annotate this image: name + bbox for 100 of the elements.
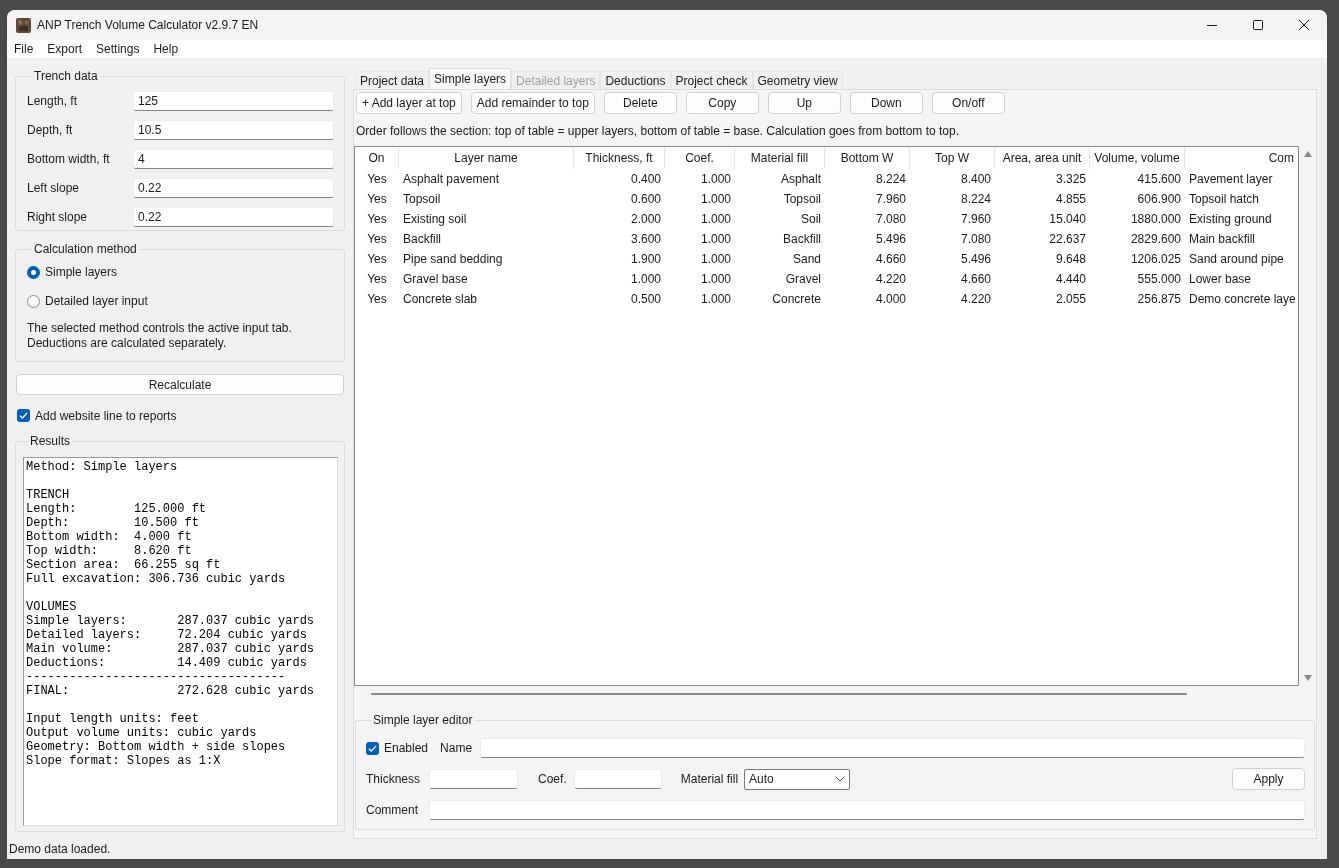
table-cell-text: 7.080 — [874, 211, 907, 228]
tab[interactable]: Simple layers — [429, 68, 512, 89]
tab[interactable]: Deductions — [600, 71, 671, 89]
table-cell-text: 2.055 — [1054, 291, 1087, 308]
tab[interactable]: Project check — [670, 71, 753, 89]
radio-label[interactable]: Detailed layer input — [45, 292, 148, 310]
menu-item[interactable]: Settings — [89, 40, 147, 58]
table-cell-text: 1.000 — [699, 171, 732, 188]
button[interactable]: Add remainder to top — [470, 92, 595, 114]
table-cell-text: 2.000 — [629, 211, 662, 228]
column-header[interactable]: Material fill — [735, 147, 825, 169]
menu-item[interactable]: File — [7, 40, 41, 58]
group-title: Trench data — [33, 68, 99, 84]
checkbox[interactable] — [17, 409, 30, 422]
table-cell-text: 1.000 — [699, 231, 732, 248]
text-field[interactable] — [429, 769, 519, 789]
field-label: Right slope — [27, 209, 89, 226]
checkbox-label[interactable]: Enabled — [384, 739, 429, 757]
info-text: Order follows the section: top of table = upper layers, bottom of table = base. Calculation goes from bottom to top. — [355, 123, 960, 139]
button[interactable]: Up — [767, 92, 841, 114]
column-header[interactable]: Thickness, ft — [574, 147, 665, 169]
checkmark-icon — [19, 412, 28, 419]
field-label: Comment — [366, 802, 418, 819]
table-cell-text: Yes — [366, 251, 388, 268]
text-field[interactable]: 4 — [133, 149, 334, 169]
tab[interactable]: Project data — [355, 71, 430, 89]
scroll-down-arrow-icon[interactable] — [1303, 675, 1312, 681]
radio-button[interactable] — [27, 265, 40, 279]
button[interactable]: Delete — [603, 92, 677, 114]
text-field[interactable] — [480, 738, 1305, 758]
table-cell-text: 15.040 — [1048, 211, 1087, 228]
column-header[interactable]: Layer name — [399, 147, 574, 169]
field-label: Name — [440, 740, 473, 757]
table-cell-text: Concrete — [771, 291, 822, 308]
table-cell-text: Yes — [366, 271, 388, 288]
menu-item[interactable]: Help — [146, 40, 186, 58]
table-cell-text: 8.224 — [959, 191, 992, 208]
menu-item[interactable]: Export — [40, 40, 90, 58]
group-title: Results — [29, 433, 71, 449]
table-cell-text: Sand — [791, 251, 822, 268]
column-header[interactable]: On — [355, 147, 399, 169]
column-header[interactable]: Bottom W — [825, 147, 910, 169]
table-cell-text: 5.496 — [959, 251, 992, 268]
table-cell-text: Backfill — [782, 231, 822, 248]
apply-button[interactable]: Apply — [1232, 768, 1305, 790]
text-field[interactable]: 0.22 — [133, 207, 334, 227]
table-cell-text: Gravel — [784, 271, 822, 288]
close-icon[interactable] — [1299, 20, 1309, 30]
text-field[interactable]: 10.5 — [133, 120, 334, 140]
table-cell-text: 5.496 — [874, 231, 907, 248]
table-cell-text: 4.440 — [1054, 271, 1087, 288]
scroll-up-arrow-icon[interactable] — [1303, 151, 1312, 157]
table-cell-text: 1.000 — [629, 271, 662, 288]
radio-button[interactable] — [27, 294, 40, 308]
table-cell-text: 1.900 — [629, 251, 662, 268]
column-header[interactable]: Com — [1185, 147, 1298, 169]
maximize-icon[interactable] — [1253, 20, 1263, 30]
column-header[interactable]: Coef. — [665, 147, 735, 169]
radio-label[interactable]: Simple layers — [45, 263, 118, 281]
table-cell-text: Asphalt pavement — [402, 171, 501, 188]
table-cell-text: Demo concrete laye — [1188, 291, 1297, 308]
table-cell-text: Yes — [366, 171, 388, 188]
column-header[interactable]: Top W — [910, 147, 995, 169]
column-header[interactable]: Volume, volume — [1090, 147, 1185, 169]
checkbox-label[interactable]: Add website line to reports — [35, 406, 177, 425]
group-title: Calculation method — [33, 241, 138, 257]
table-cell-text: 1.000 — [699, 291, 732, 308]
column-header[interactable]: Area, area unit — [995, 147, 1090, 169]
button[interactable]: + Add layer at top — [356, 92, 462, 114]
text-field[interactable] — [429, 800, 1305, 820]
button[interactable]: On/off — [931, 92, 1005, 114]
button[interactable]: Down — [849, 92, 923, 114]
results-text-area[interactable]: Method: Simple layers TRENCH Length: 125.000 ft Depth: 10.500 ft Bottom width: 4.000 ft Top width: 8.620 ft Section area: 66.255 sq ft Full excavation: 306.736 cubic yards VOLUMES Simple layers: 287.037 cubic yards Detailed layers: 72.204 cubic yards Main volume: 287.037 cubic yards Deductions: 14.409 cubic yards ------------------------------------ FINAL: 272.628 cubic yards Input length units: feet Output volume units: cubic yards Geometry: Bottom width + side slopes Slope format: Slopes as 1:X — [23, 457, 338, 826]
minimize-icon[interactable] — [1207, 24, 1217, 26]
table-cell-text: 9.648 — [1054, 251, 1087, 268]
scrollbar-thumb[interactable] — [371, 693, 1187, 695]
table-cell-text: 7.960 — [959, 211, 992, 228]
table-cell-text: 555.000 — [1136, 271, 1182, 288]
window-title: ANP Trench Volume Calculator v2.9.7 EN — [37, 17, 259, 34]
table-cell-text: 415.600 — [1136, 171, 1182, 188]
table-cell-text: 4.660 — [874, 251, 907, 268]
table-cell-text: Main backfill — [1188, 231, 1257, 248]
text-field[interactable]: 125 — [133, 91, 334, 111]
table-cell-text: 0.400 — [629, 171, 662, 188]
button[interactable]: Copy — [685, 92, 759, 114]
table-cell-text: Pipe sand bedding — [402, 251, 504, 268]
table-cell-text: 256.875 — [1136, 291, 1182, 308]
table-cell-text: Topsoil hatch — [1188, 191, 1261, 208]
text-field[interactable]: 0.22 — [133, 178, 334, 198]
table-cell-text: Existing ground — [1188, 211, 1273, 228]
table-cell-text: 3.325 — [1054, 171, 1087, 188]
field-label: Bottom width, ft — [27, 151, 111, 168]
text-field[interactable] — [573, 769, 662, 789]
checkbox[interactable] — [366, 741, 379, 755]
dropdown[interactable]: Auto — [744, 768, 851, 790]
table-cell-text: 2829.600 — [1129, 231, 1182, 248]
tab[interactable]: Geometry view — [752, 71, 843, 89]
table-cell-text: Existing soil — [402, 211, 468, 228]
table-cell-text: 606.900 — [1136, 191, 1182, 208]
recalculate-button[interactable]: Recalculate — [16, 374, 344, 395]
